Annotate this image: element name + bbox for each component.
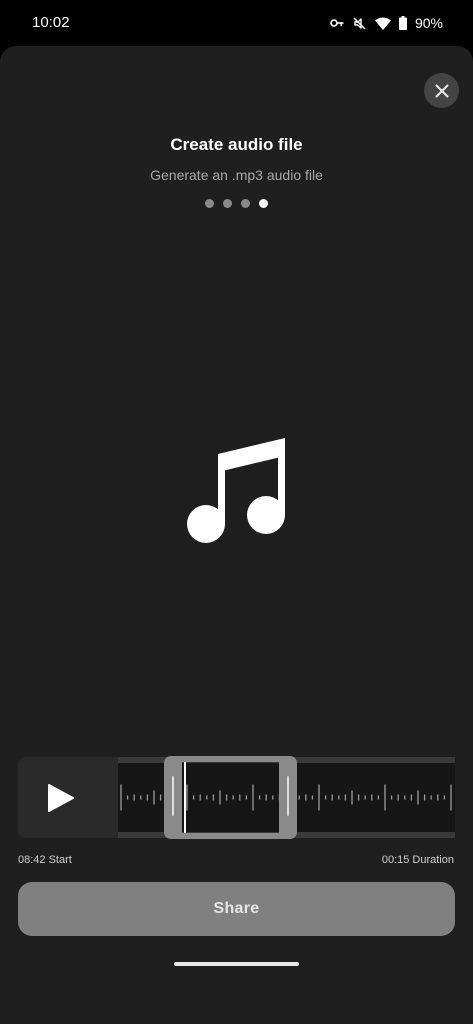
dialog-subtitle: Generate an .mp3 audio file <box>150 167 323 183</box>
play-icon[interactable] <box>46 783 76 813</box>
selection-right-handle[interactable] <box>287 776 289 816</box>
close-button[interactable] <box>424 73 459 108</box>
audio-scrubber[interactable] <box>18 756 455 839</box>
close-icon <box>435 84 448 97</box>
status-time: 10:02 <box>32 14 70 31</box>
status-icons: 90% <box>330 13 443 33</box>
step-dot <box>241 199 250 208</box>
home-indicator[interactable] <box>174 962 299 966</box>
step-dot <box>223 199 232 208</box>
create-audio-sheet: Create audio file Generate an .mp3 audio… <box>0 46 473 1024</box>
step-indicator <box>0 199 473 208</box>
duration-label: 00:15 Duration <box>381 854 454 866</box>
vpn-key-icon <box>330 18 344 28</box>
share-button[interactable]: Share <box>18 882 455 936</box>
selection-left-handle[interactable] <box>172 776 174 816</box>
mute-icon <box>352 16 367 31</box>
screen: 10:02 90% Create audio file Generate an … <box>0 0 473 1024</box>
step-dot <box>259 199 268 208</box>
dialog-title: Create audio file <box>170 135 303 154</box>
step-dot <box>205 199 214 208</box>
battery-percentage: 90% <box>414 15 443 31</box>
wifi-icon <box>374 17 391 30</box>
play-area <box>18 757 118 838</box>
status-bar: 10:02 90% <box>0 0 473 46</box>
playhead[interactable] <box>184 762 186 833</box>
music-note-icon <box>187 438 285 543</box>
battery-icon <box>398 16 407 30</box>
start-time-label: 08:42 Start <box>18 854 72 866</box>
